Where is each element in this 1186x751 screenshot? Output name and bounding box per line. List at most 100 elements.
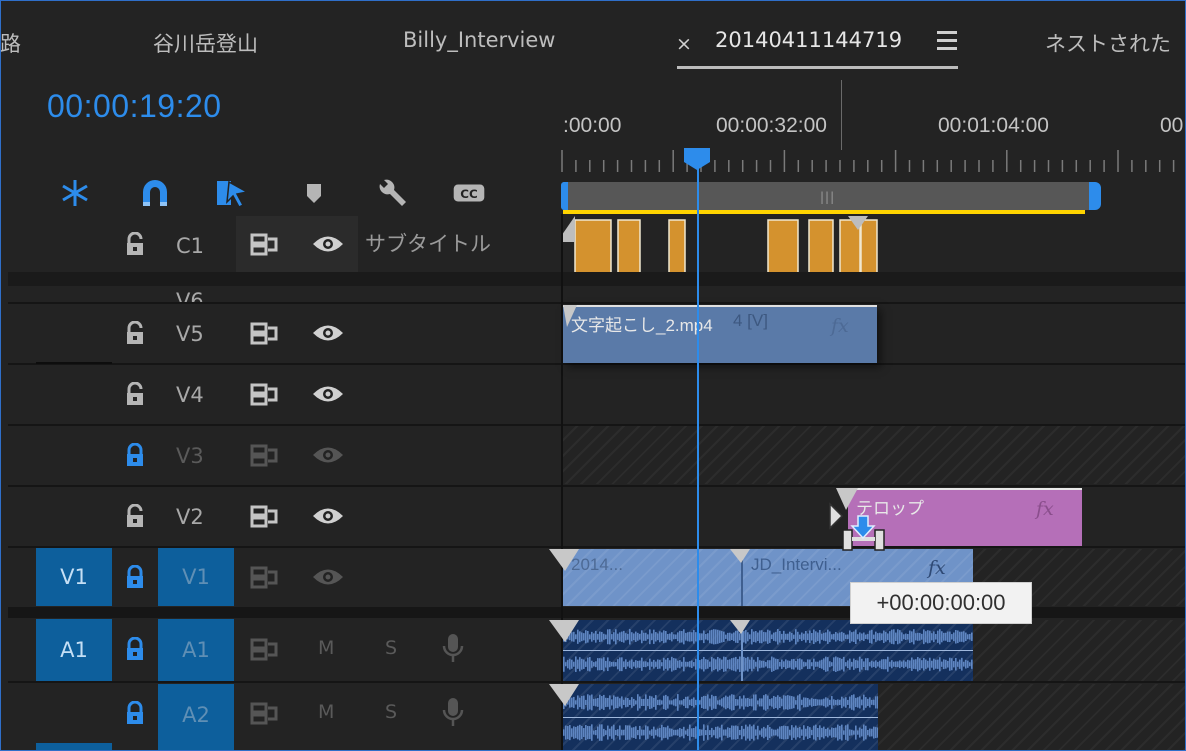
waveform-sample	[719, 658, 721, 671]
a2-lock-icon[interactable]	[124, 700, 146, 725]
v4-lock-icon[interactable]	[124, 381, 146, 406]
waveform-sample	[927, 660, 929, 668]
caption-clips[interactable]	[557, 216, 1186, 275]
waveform-sample	[723, 656, 725, 672]
v2-fx-badge[interactable]: fx	[1036, 498, 1054, 520]
waveform-sample	[617, 696, 619, 709]
tab-tanigawadake[interactable]: 谷川岳登山	[153, 28, 258, 58]
linked-selection-icon[interactable]	[215, 178, 249, 208]
a1-lock-icon[interactable]	[124, 636, 146, 661]
waveform-sample	[673, 699, 675, 706]
waveform-sample	[787, 633, 789, 640]
a2-solo-button[interactable]: S	[385, 701, 397, 723]
v4-sync-lock-icon[interactable]	[250, 382, 280, 406]
a1-sync-lock-icon[interactable]	[250, 637, 280, 661]
a1-solo-button[interactable]: S	[385, 637, 397, 659]
v1-target-toggle[interactable]: V1	[36, 548, 112, 606]
waveform-sample	[807, 698, 809, 707]
magnet-icon[interactable]	[138, 178, 172, 208]
zoom-handle-left[interactable]	[561, 182, 568, 210]
panel-menu-icon[interactable]	[937, 31, 957, 51]
ruler-major-tick	[841, 80, 842, 150]
c1-lock-icon[interactable]	[124, 231, 146, 256]
v2-lock-icon[interactable]	[124, 503, 146, 528]
tab-nested[interactable]: ネストされた	[1045, 28, 1171, 58]
time-ruler[interactable]	[560, 150, 1186, 176]
a2-voiceover-mic-icon[interactable]	[442, 696, 464, 728]
a2-sync-lock-icon[interactable]	[250, 701, 280, 725]
v5-eye-icon[interactable]	[312, 322, 344, 344]
waveform-sample	[615, 696, 617, 709]
waveform-sample	[693, 697, 695, 708]
snap-nest-icon[interactable]	[58, 178, 92, 208]
track-divider	[8, 302, 1186, 304]
waveform-sample	[949, 657, 951, 671]
a2-target-toggle[interactable]	[36, 743, 112, 751]
v1-fx-badge[interactable]: fx	[928, 557, 946, 579]
a1-clip-1[interactable]	[563, 620, 741, 681]
c1-sync-lock-icon[interactable]	[250, 232, 280, 256]
tab-billy-interview[interactable]: Billy_Interview	[403, 28, 556, 52]
a1-mute-button[interactable]: M	[318, 637, 334, 659]
a1-source-patch[interactable]: A1	[158, 619, 234, 681]
zoom-handle-right[interactable]	[1089, 182, 1101, 210]
c1-track-name[interactable]: C1	[176, 234, 204, 258]
waveform-sample	[601, 696, 603, 709]
v5-lock-icon[interactable]	[124, 320, 146, 345]
waveform-sample	[757, 657, 759, 672]
tab-20140411144719[interactable]: 20140411144719	[715, 28, 902, 52]
a2-source-patch[interactable]: A2	[158, 684, 234, 751]
waveform-sample	[663, 695, 665, 710]
waveform-sample	[809, 630, 811, 644]
tab-close-icon[interactable]: ×	[676, 33, 692, 55]
v3-sync-lock-icon[interactable]	[250, 443, 280, 467]
waveform-sample	[945, 632, 947, 641]
v1-eye-icon[interactable]	[312, 566, 344, 588]
waveform-sample	[617, 659, 619, 670]
v5-clip[interactable]: 文字起こし_2.mp4 4 [V] fx	[563, 305, 877, 363]
v1-sync-lock-icon[interactable]	[250, 565, 280, 589]
v5-fx-badge[interactable]: fx	[831, 315, 849, 337]
waveform-sample	[633, 727, 635, 738]
waveform-sample	[755, 661, 757, 667]
captions-icon[interactable]: CC	[452, 178, 486, 208]
wrench-icon[interactable]	[376, 178, 410, 208]
v2-eye-icon[interactable]	[312, 505, 344, 527]
a1-voiceover-mic-icon[interactable]	[442, 632, 464, 664]
a2-clip[interactable]	[563, 684, 878, 751]
playhead-line[interactable]	[697, 160, 699, 751]
waveform-sample	[681, 631, 683, 643]
zoom-grip-icon[interactable]: |||	[820, 190, 835, 204]
a1-target-toggle[interactable]: A1	[36, 619, 112, 681]
v3-lock-icon[interactable]	[124, 442, 146, 467]
a2-mute-button[interactable]: M	[318, 701, 334, 723]
add-marker-icon[interactable]	[298, 178, 332, 208]
waveform-sample	[579, 631, 581, 643]
v3-eye-icon[interactable]	[312, 444, 344, 466]
tab-partial-left[interactable]: 路	[0, 28, 21, 58]
c1-eye-icon[interactable]	[312, 233, 344, 255]
v1-clip-1[interactable]: 2014...	[563, 549, 741, 606]
waveform-sample	[781, 633, 783, 640]
v6-track-name[interactable]: V6	[176, 288, 204, 302]
waveform-sample	[669, 728, 671, 737]
waveform-sample	[653, 726, 655, 739]
waveform-sample	[665, 659, 667, 669]
waveform-sample	[785, 695, 787, 710]
v4-eye-icon[interactable]	[312, 383, 344, 405]
work-area-bar[interactable]	[563, 210, 1085, 214]
playhead-timecode[interactable]: 00:00:19:20	[47, 88, 222, 125]
waveform-sample	[729, 659, 731, 670]
v4-track-name[interactable]: V4	[176, 383, 204, 407]
v2-track-name[interactable]: V2	[176, 505, 204, 529]
waveform-sample	[703, 656, 705, 672]
v1-source-patch[interactable]: V1	[158, 548, 234, 606]
waveform-sample	[783, 695, 785, 710]
v5-track-name[interactable]: V5	[176, 322, 204, 346]
a1-clip-2[interactable]	[741, 620, 973, 681]
v3-track-name[interactable]: V3	[176, 444, 204, 468]
waveform-sample	[947, 660, 949, 668]
v2-sync-lock-icon[interactable]	[250, 504, 280, 528]
v5-sync-lock-icon[interactable]	[250, 321, 280, 345]
v1-lock-icon[interactable]	[124, 564, 146, 589]
